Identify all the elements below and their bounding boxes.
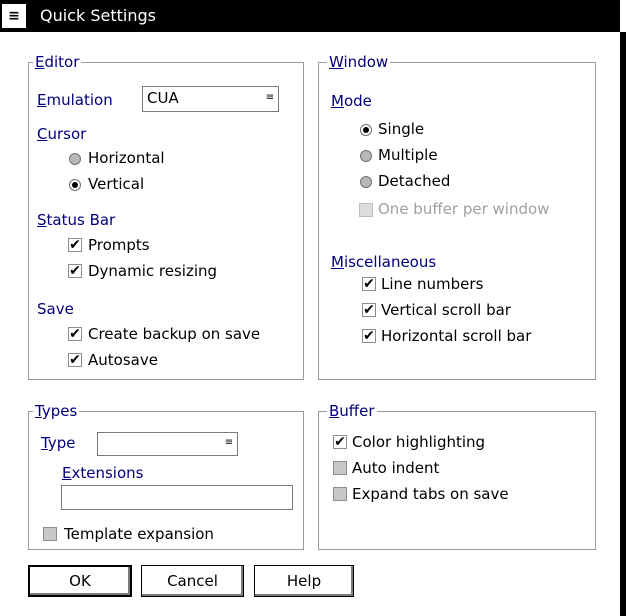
types-group-title: Types: [33, 402, 80, 420]
cursor-horizontal-label[interactable]: Horizontal: [88, 149, 165, 167]
line-numbers-checkbox[interactable]: ✔: [362, 277, 376, 291]
mode-single-radio[interactable]: [360, 124, 372, 136]
combo-dropdown-icon[interactable]: ≡: [223, 435, 235, 451]
title-bar[interactable]: ≡ Quick Settings: [0, 0, 620, 32]
autosave-checkbox[interactable]: ✔: [68, 353, 82, 367]
combo-dropdown-icon[interactable]: ≡: [264, 90, 276, 106]
autosave-label[interactable]: Autosave: [88, 351, 158, 369]
vertical-scroll-label[interactable]: Vertical scroll bar: [381, 301, 511, 319]
horizontal-scroll-checkbox[interactable]: ✔: [362, 329, 376, 343]
prompts-checkbox[interactable]: ✔: [68, 238, 82, 252]
mode-detached-radio[interactable]: [360, 176, 372, 188]
type-label: Type: [41, 434, 76, 452]
create-backup-checkbox[interactable]: ✔: [68, 327, 82, 341]
one-buffer-checkbox[interactable]: [359, 203, 373, 217]
mode-multiple-radio[interactable]: [360, 150, 372, 162]
vertical-scroll-checkbox[interactable]: ✔: [362, 303, 376, 317]
create-backup-label[interactable]: Create backup on save: [88, 325, 260, 343]
editor-group-title: Editor: [33, 53, 82, 71]
extensions-label: Extensions: [62, 464, 144, 482]
auto-indent-checkbox[interactable]: [333, 461, 347, 475]
horizontal-scroll-label[interactable]: Horizontal scroll bar: [381, 327, 531, 345]
cursor-horizontal-radio[interactable]: [69, 153, 81, 165]
one-buffer-label: One buffer per window: [378, 200, 550, 218]
cancel-button[interactable]: Cancel: [141, 565, 244, 597]
window-title: Quick Settings: [40, 6, 156, 25]
buffer-group-title: Buffer: [327, 402, 377, 420]
color-highlighting-label[interactable]: Color highlighting: [352, 433, 485, 451]
prompts-label[interactable]: Prompts: [88, 236, 150, 254]
save-label: Save: [37, 300, 74, 318]
auto-indent-label[interactable]: Auto indent: [352, 459, 439, 477]
emulation-label: Emulation: [37, 91, 113, 109]
window-group-title: Window: [327, 53, 391, 71]
cursor-vertical-radio[interactable]: [69, 179, 81, 191]
status-bar-label: Status Bar: [37, 211, 116, 229]
miscellaneous-label: Miscellaneous: [331, 253, 437, 271]
help-button[interactable]: Help: [254, 565, 354, 597]
window-border: [620, 32, 626, 616]
mode-multiple-label[interactable]: Multiple: [378, 146, 438, 164]
expand-tabs-checkbox[interactable]: [333, 487, 347, 501]
dynamic-resizing-label[interactable]: Dynamic resizing: [88, 262, 217, 280]
buffer-group: [318, 411, 596, 550]
template-expansion-label[interactable]: Template expansion: [64, 525, 214, 543]
extensions-input[interactable]: [61, 485, 293, 510]
cursor-label: Cursor: [37, 125, 87, 143]
quick-settings-dialog: ≡ Quick Settings Editor Emulation CUA ≡ …: [0, 0, 626, 616]
mode-label: Mode: [331, 92, 372, 110]
emulation-value: CUA: [147, 89, 179, 107]
system-menu-icon[interactable]: ≡: [2, 4, 26, 28]
color-highlighting-checkbox[interactable]: ✔: [333, 435, 347, 449]
mode-detached-label[interactable]: Detached: [378, 172, 450, 190]
cursor-vertical-label[interactable]: Vertical: [88, 175, 144, 193]
emulation-combobox[interactable]: CUA ≡: [142, 86, 279, 112]
ok-button[interactable]: OK: [28, 565, 132, 597]
line-numbers-label[interactable]: Line numbers: [381, 275, 483, 293]
dynamic-resizing-checkbox[interactable]: ✔: [68, 264, 82, 278]
mode-single-label[interactable]: Single: [378, 120, 424, 138]
type-combobox[interactable]: ≡: [97, 432, 238, 456]
expand-tabs-label[interactable]: Expand tabs on save: [352, 485, 509, 503]
template-expansion-checkbox[interactable]: [43, 527, 57, 541]
